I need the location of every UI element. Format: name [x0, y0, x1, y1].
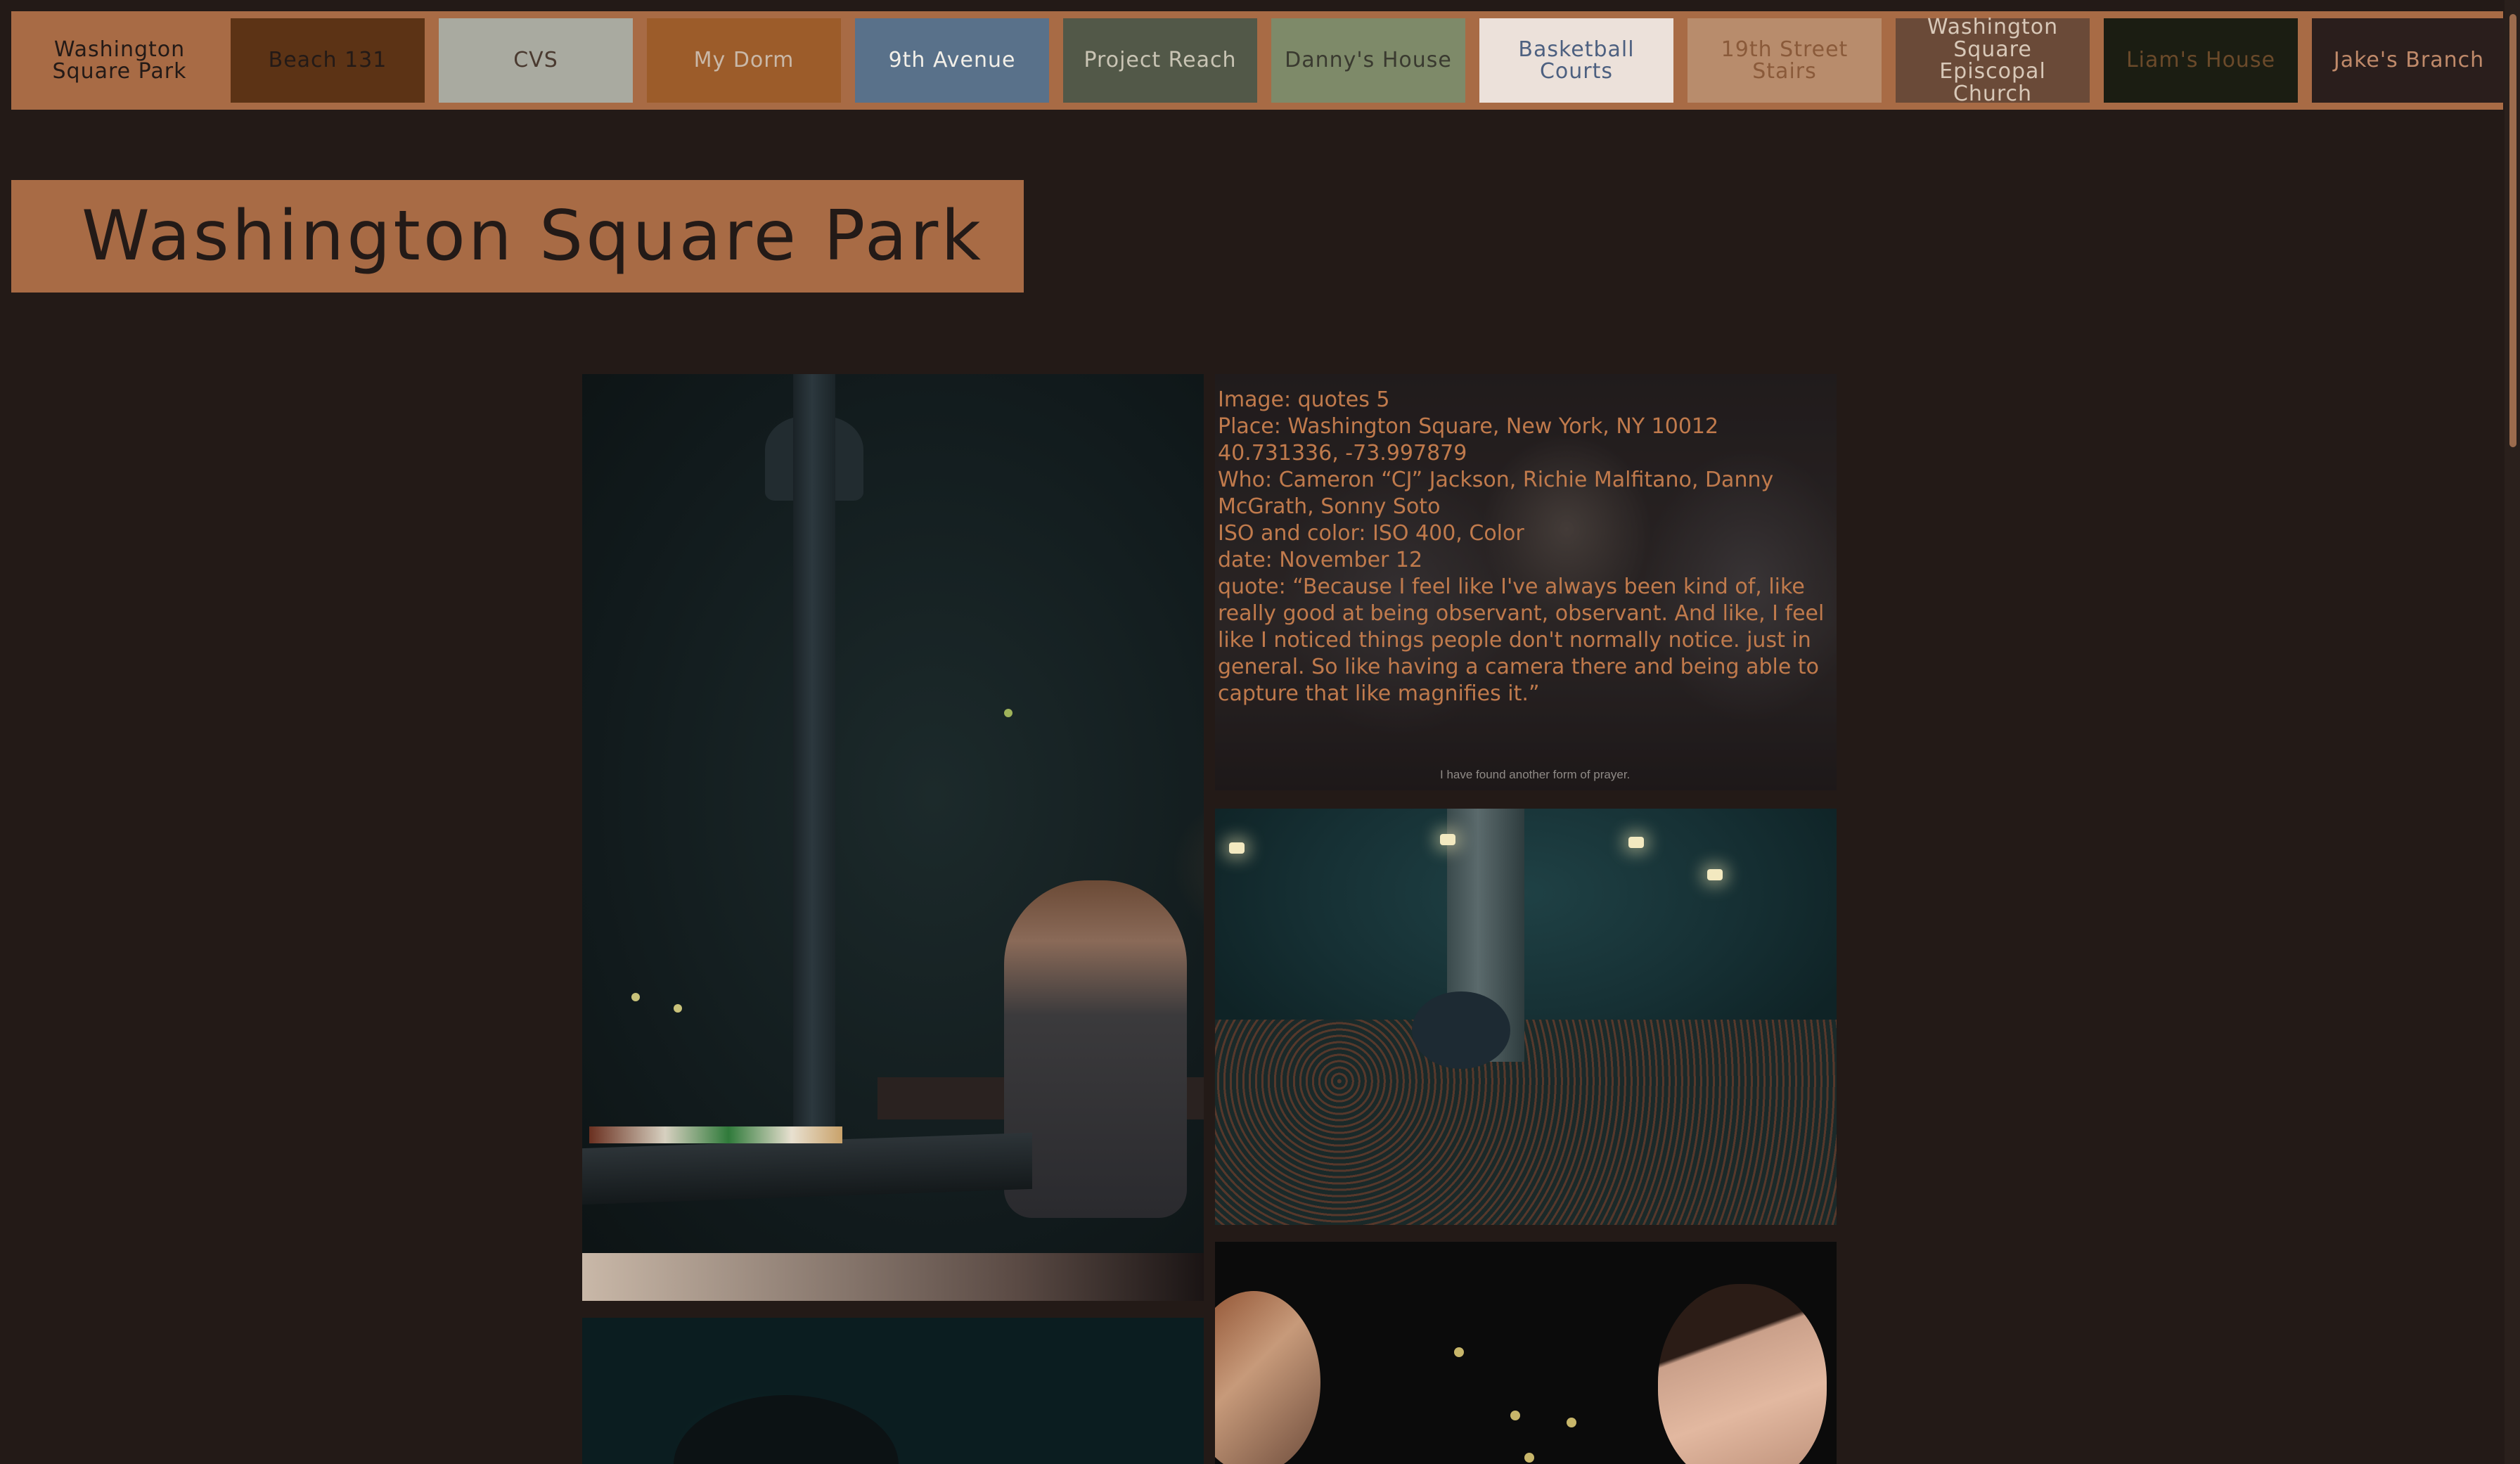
tab-label: Beach 131: [268, 48, 387, 73]
photo-tall-lamppost: [582, 374, 1204, 1301]
photo-forest-leaves: [1215, 809, 1837, 1225]
tab-label: 9th Avenue: [888, 48, 1016, 73]
date-label: date: November 12: [1218, 548, 1423, 572]
tab-liams-house[interactable]: Liam's House: [2104, 18, 2298, 103]
table: [582, 1132, 1032, 1205]
tab-dannys-house[interactable]: Danny's House: [1271, 18, 1465, 103]
tab-my-dorm[interactable]: My Dorm: [647, 18, 841, 103]
tab-project-reach[interactable]: Project Reach: [1063, 18, 1257, 103]
bokeh-light: [1510, 1411, 1520, 1420]
photo-caption: I have found another form of prayer.: [1440, 768, 1631, 781]
bokeh-light: [631, 993, 640, 1001]
street-lamp: [1628, 837, 1644, 848]
person-face: [1658, 1284, 1827, 1464]
coordinates-label: 40.731336, -73.997879: [1218, 441, 1467, 465]
place-label: Place: Washington Square, New York, NY 1…: [1218, 414, 1719, 439]
person-face: [1215, 1291, 1320, 1464]
photo-dark-portrait: [582, 1318, 1204, 1464]
tab-19th-street-stairs[interactable]: 19th Street Stairs: [1688, 18, 1882, 103]
title-banner: Washington Square Park: [11, 180, 1024, 293]
tab-label: 19th Street Stairs: [1721, 37, 1849, 84]
tab-washington-square-park[interactable]: Washington Square Park: [22, 18, 217, 103]
person-head: [674, 1395, 899, 1464]
bokeh-light: [1524, 1453, 1534, 1463]
leaf-ground: [1215, 1020, 1837, 1225]
tab-label: Danny's House: [1285, 48, 1452, 73]
location-nav: Washington Square Park Beach 131 CVS My …: [11, 11, 2506, 110]
bokeh-light: [1004, 709, 1012, 717]
page-title: Washington Square Park: [82, 196, 984, 276]
tab-label: Jake's Branch: [2333, 48, 2485, 73]
quote-card: Image: quotes 5 Place: Washington Square…: [1215, 374, 1837, 790]
vertical-scrollbar[interactable]: [2505, 0, 2520, 1464]
bokeh-light: [674, 1004, 682, 1013]
tab-cvs[interactable]: CVS: [439, 18, 633, 103]
tab-label: Washington Square Episcopal Church: [1927, 15, 2059, 106]
tab-basketball-courts[interactable]: Basketball Courts: [1479, 18, 1673, 103]
bokeh-light: [1454, 1347, 1464, 1357]
quote-label: quote: “Because I feel like I've always …: [1218, 574, 1825, 706]
bokeh-light: [1567, 1418, 1576, 1427]
image-label: Image: quotes 5: [1218, 387, 1390, 412]
floor-glow: [582, 1253, 1204, 1301]
tab-episcopal-church[interactable]: Washington Square Episcopal Church: [1896, 15, 2090, 106]
scrollbar-thumb[interactable]: [2509, 14, 2516, 447]
photo-two-faces: [1215, 1242, 1837, 1464]
tab-label: CVS: [513, 48, 558, 73]
tab-9th-avenue[interactable]: 9th Avenue: [855, 18, 1049, 103]
lamppost: [793, 374, 835, 1148]
tab-label: Washington Square Park: [52, 37, 187, 84]
tab-label: Project Reach: [1084, 48, 1237, 73]
bottles: [589, 1126, 842, 1143]
tab-label: Basketball Courts: [1518, 37, 1635, 84]
iso-label: ISO and color: ISO 400, Color: [1218, 521, 1524, 546]
tab-label: Liam's House: [2126, 48, 2276, 73]
street-lamp: [1440, 834, 1455, 845]
tab-label: My Dorm: [693, 48, 795, 73]
tab-jakes-branch[interactable]: Jake's Branch: [2312, 18, 2506, 103]
who-label: Who: Cameron “CJ” Jackson, Richie Malfit…: [1218, 468, 1774, 519]
street-lamp: [1707, 869, 1723, 880]
street-lamp: [1229, 842, 1245, 854]
tab-beach-131[interactable]: Beach 131: [231, 18, 425, 103]
person-figure: [1412, 991, 1510, 1069]
quote-details: Image: quotes 5 Place: Washington Square…: [1218, 387, 1834, 707]
